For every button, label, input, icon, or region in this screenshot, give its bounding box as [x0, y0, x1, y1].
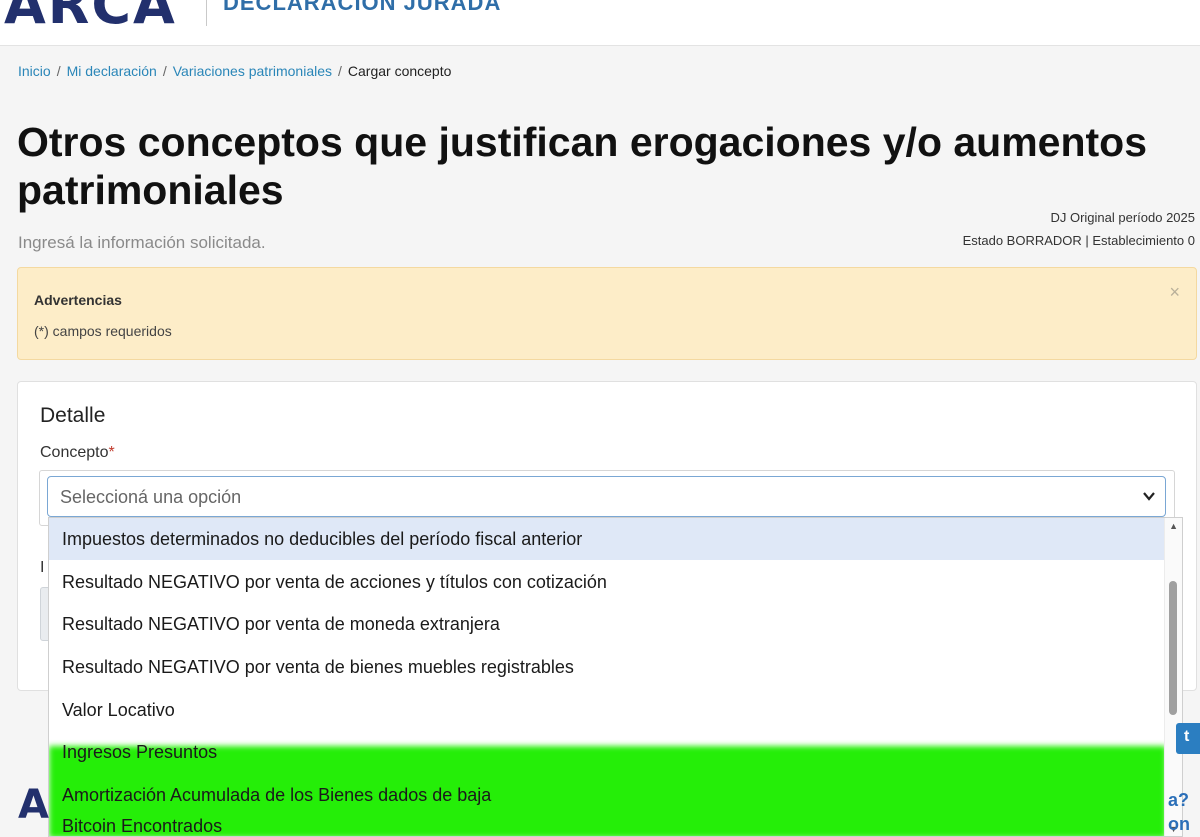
breadcrumb-current: Cargar concepto: [347, 63, 452, 79]
app-title: DECLARACIÓN JURADA: [223, 0, 502, 15]
help-link-partial[interactable]: a? on: [1168, 788, 1190, 836]
dropdown-option[interactable]: Ingresos Presuntos: [49, 731, 1166, 773]
chevron-down-icon: [1143, 492, 1155, 501]
importe-label-partial: I: [40, 559, 45, 576]
card-title: Detalle: [40, 404, 106, 427]
required-marker: *: [108, 444, 115, 461]
breadcrumb-mi-declaracion[interactable]: Mi declaración: [67, 63, 157, 79]
top-header: ARCA DECLARACIÓN JURADA: [0, 0, 1200, 46]
alert-text: (*) campos requeridos: [34, 323, 172, 339]
page-title: Otros conceptos que justifican erogacion…: [17, 119, 1148, 213]
select-placeholder: Seleccioná una opción: [60, 487, 242, 507]
header-divider: [206, 0, 207, 26]
breadcrumb-separator: /: [56, 63, 61, 79]
breadcrumb-separator: /: [338, 63, 342, 79]
breadcrumb-variaciones-patrimoniales[interactable]: Variaciones patrimoniales: [173, 63, 332, 79]
concepto-select[interactable]: Seleccioná una opción: [47, 476, 1166, 517]
declaration-meta: DJ Original período 2025 Estado BORRADOR…: [963, 206, 1195, 252]
close-icon[interactable]: ×: [1169, 282, 1180, 303]
scroll-up-icon[interactable]: ▲: [1169, 521, 1178, 531]
declaration-status: Estado BORRADOR | Establecimiento 0: [962, 233, 1195, 248]
dropdown-option[interactable]: Valor Locativo: [49, 689, 1166, 731]
breadcrumb-inicio[interactable]: Inicio: [18, 63, 51, 79]
partial-action-button[interactable]: t: [1176, 723, 1200, 754]
concepto-label: Concepto*: [40, 444, 115, 462]
footer-logo-partial: A: [18, 782, 49, 828]
concepto-label-text: Concepto: [40, 444, 109, 461]
breadcrumb-separator: /: [162, 63, 167, 79]
arca-logo[interactable]: ARCA: [4, 0, 177, 32]
dropdown-option[interactable]: Impuestos determinados no deducibles del…: [49, 518, 1166, 560]
alert-title: Advertencias: [34, 292, 122, 308]
dropdown-option[interactable]: Resultado NEGATIVO por venta de acciones…: [49, 561, 1166, 603]
breadcrumb: Inicio / Mi declaración / Variaciones pa…: [18, 63, 451, 79]
dropdown-option[interactable]: Resultado NEGATIVO por venta de moneda e…: [49, 603, 1166, 645]
page-subtitle: Ingresá la información solicitada.: [18, 233, 266, 252]
declaration-period: DJ Original período 2025: [1050, 210, 1195, 225]
concepto-dropdown-list: Impuestos determinados no deducibles del…: [48, 517, 1183, 837]
dropdown-option[interactable]: Bitcoin Encontrados: [49, 805, 1166, 836]
dropdown-option[interactable]: Resultado NEGATIVO por venta de bienes m…: [49, 646, 1166, 688]
warning-alert: Advertencias (*) campos requeridos ×: [17, 267, 1197, 360]
partial-button-label: t: [1184, 728, 1190, 745]
scrollbar-thumb[interactable]: [1169, 581, 1177, 715]
